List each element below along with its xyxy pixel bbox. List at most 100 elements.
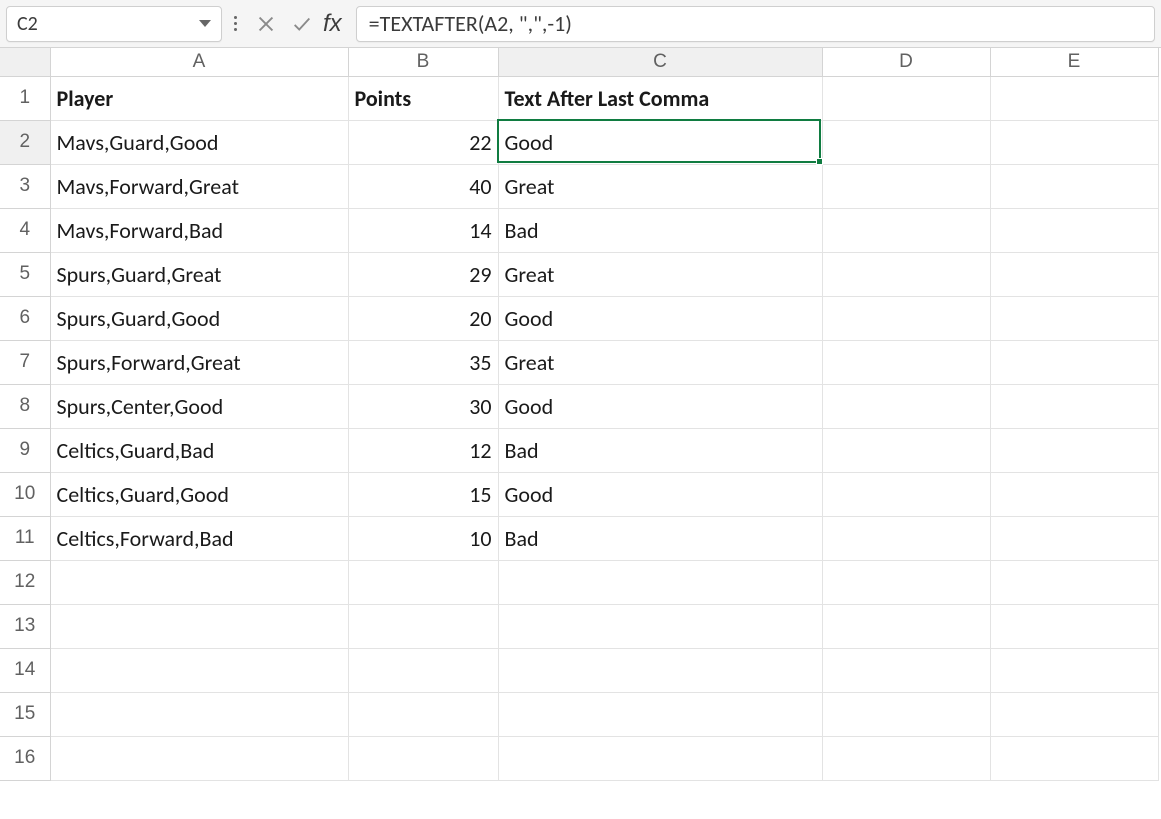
cell-B9[interactable]: 12 [348, 428, 498, 472]
cell-A2[interactable]: Mavs,Guard,Good [50, 120, 348, 164]
row-header-12[interactable]: 12 [0, 560, 50, 604]
row-header-10[interactable]: 10 [0, 472, 50, 516]
cell-A1[interactable]: Player [50, 76, 348, 120]
cell-C8[interactable]: Good [498, 384, 822, 428]
cell-E7[interactable] [990, 340, 1158, 384]
cell-B16[interactable] [348, 736, 498, 780]
cell-E1[interactable] [990, 76, 1158, 120]
row-header-13[interactable]: 13 [0, 604, 50, 648]
row-header-15[interactable]: 15 [0, 692, 50, 736]
row-header-4[interactable]: 4 [0, 208, 50, 252]
cell-E6[interactable] [990, 296, 1158, 340]
cell-A16[interactable] [50, 736, 348, 780]
cell-B8[interactable]: 30 [348, 384, 498, 428]
cell-C1[interactable]: Text After Last Comma [498, 76, 822, 120]
cell-C13[interactable] [498, 604, 822, 648]
cell-D15[interactable] [822, 692, 990, 736]
cell-B6[interactable]: 20 [348, 296, 498, 340]
row-header-7[interactable]: 7 [0, 340, 50, 384]
row-header-11[interactable]: 11 [0, 516, 50, 560]
cell-C6[interactable]: Good [498, 296, 822, 340]
column-header-A[interactable]: A [50, 48, 348, 76]
cell-B12[interactable] [348, 560, 498, 604]
fx-icon[interactable]: fx [321, 10, 348, 38]
cell-A11[interactable]: Celtics,Forward,Bad [50, 516, 348, 560]
row-header-14[interactable]: 14 [0, 648, 50, 692]
cell-D14[interactable] [822, 648, 990, 692]
spreadsheet-grid[interactable]: ABCDE1PlayerPointsText After Last Comma2… [0, 48, 1161, 781]
cell-B14[interactable] [348, 648, 498, 692]
column-header-B[interactable]: B [348, 48, 498, 76]
cell-D11[interactable] [822, 516, 990, 560]
column-header-D[interactable]: D [822, 48, 990, 76]
cell-D7[interactable] [822, 340, 990, 384]
cell-A9[interactable]: Celtics,Guard,Bad [50, 428, 348, 472]
cell-D9[interactable] [822, 428, 990, 472]
chevron-down-icon[interactable] [199, 20, 211, 27]
cell-D5[interactable] [822, 252, 990, 296]
cell-B2[interactable]: 22 [348, 120, 498, 164]
row-header-9[interactable]: 9 [0, 428, 50, 472]
cell-A3[interactable]: Mavs,Forward,Great [50, 164, 348, 208]
cell-B1[interactable]: Points [348, 76, 498, 120]
cell-D12[interactable] [822, 560, 990, 604]
cell-D13[interactable] [822, 604, 990, 648]
cell-A7[interactable]: Spurs,Forward,Great [50, 340, 348, 384]
cell-A12[interactable] [50, 560, 348, 604]
cell-A15[interactable] [50, 692, 348, 736]
cell-D8[interactable] [822, 384, 990, 428]
cell-E8[interactable] [990, 384, 1158, 428]
cell-D16[interactable] [822, 736, 990, 780]
cell-D2[interactable] [822, 120, 990, 164]
cell-B13[interactable] [348, 604, 498, 648]
cell-E15[interactable] [990, 692, 1158, 736]
drag-handle-icon[interactable] [230, 16, 241, 31]
cell-C9[interactable]: Bad [498, 428, 822, 472]
row-header-8[interactable]: 8 [0, 384, 50, 428]
cell-B7[interactable]: 35 [348, 340, 498, 384]
cancel-formula-button[interactable] [249, 7, 283, 41]
cell-E4[interactable] [990, 208, 1158, 252]
cell-A5[interactable]: Spurs,Guard,Great [50, 252, 348, 296]
cell-A14[interactable] [50, 648, 348, 692]
accept-formula-button[interactable] [285, 7, 319, 41]
cell-B4[interactable]: 14 [348, 208, 498, 252]
cell-E9[interactable] [990, 428, 1158, 472]
cell-B5[interactable]: 29 [348, 252, 498, 296]
cell-B11[interactable]: 10 [348, 516, 498, 560]
cell-A6[interactable]: Spurs,Guard,Good [50, 296, 348, 340]
row-header-1[interactable]: 1 [0, 76, 50, 120]
formula-input[interactable]: =TEXTAFTER(A2, ",",-1) [356, 6, 1155, 42]
cell-D10[interactable] [822, 472, 990, 516]
column-header-C[interactable]: C [498, 48, 822, 76]
cell-E14[interactable] [990, 648, 1158, 692]
cell-D6[interactable] [822, 296, 990, 340]
cell-A10[interactable]: Celtics,Guard,Good [50, 472, 348, 516]
cell-C14[interactable] [498, 648, 822, 692]
cell-A4[interactable]: Mavs,Forward,Bad [50, 208, 348, 252]
cell-B15[interactable] [348, 692, 498, 736]
cell-C5[interactable]: Great [498, 252, 822, 296]
cell-D1[interactable] [822, 76, 990, 120]
cell-E16[interactable] [990, 736, 1158, 780]
cell-C10[interactable]: Good [498, 472, 822, 516]
cell-E2[interactable] [990, 120, 1158, 164]
cell-A13[interactable] [50, 604, 348, 648]
cell-C3[interactable]: Great [498, 164, 822, 208]
cell-C4[interactable]: Bad [498, 208, 822, 252]
row-header-16[interactable]: 16 [0, 736, 50, 780]
select-all-corner[interactable] [0, 48, 50, 76]
cell-E10[interactable] [990, 472, 1158, 516]
cell-D4[interactable] [822, 208, 990, 252]
cell-C7[interactable]: Great [498, 340, 822, 384]
cell-C2[interactable]: Good [498, 120, 822, 164]
cell-C11[interactable]: Bad [498, 516, 822, 560]
cell-E5[interactable] [990, 252, 1158, 296]
cell-B3[interactable]: 40 [348, 164, 498, 208]
cell-E12[interactable] [990, 560, 1158, 604]
cell-C15[interactable] [498, 692, 822, 736]
cell-E3[interactable] [990, 164, 1158, 208]
name-box[interactable]: C2 [6, 6, 222, 42]
row-header-6[interactable]: 6 [0, 296, 50, 340]
cell-E13[interactable] [990, 604, 1158, 648]
